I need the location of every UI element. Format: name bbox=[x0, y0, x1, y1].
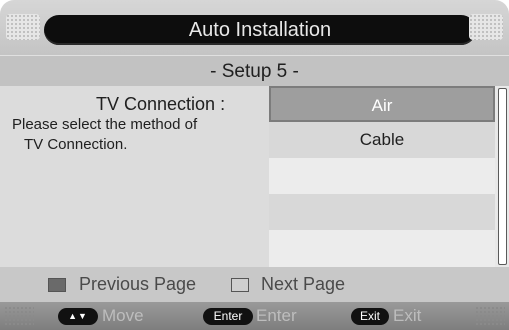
setup-step-header: - Setup 5 - bbox=[0, 55, 509, 87]
title-decoration-left bbox=[6, 14, 40, 40]
enter-hint-label: Enter bbox=[256, 306, 297, 325]
previous-page-color-key-icon bbox=[48, 278, 66, 292]
option-empty-slot bbox=[269, 194, 495, 230]
move-hint-label: Move bbox=[102, 306, 144, 325]
connection-option-list: Air Cable bbox=[269, 86, 495, 267]
option-empty-slot bbox=[269, 230, 495, 267]
tv-connection-label: TV Connection : bbox=[96, 94, 226, 114]
enter-key-icon: Enter bbox=[203, 308, 253, 325]
title-bar: Auto Installation bbox=[0, 0, 509, 55]
next-page-label[interactable]: Next Page bbox=[261, 274, 345, 295]
instruction-text-line-2: TV Connection. bbox=[24, 136, 128, 153]
option-empty-slot bbox=[269, 158, 495, 194]
scrollbar-thumb[interactable] bbox=[498, 88, 507, 265]
option-list-scrollbar[interactable] bbox=[495, 86, 509, 267]
option-cable[interactable]: Cable bbox=[269, 122, 495, 158]
title-decoration-right bbox=[469, 14, 503, 40]
instruction-panel: TV Connection : Please select the method… bbox=[0, 86, 269, 267]
exit-key-icon: Exit bbox=[351, 308, 389, 325]
help-decoration-right bbox=[475, 306, 505, 326]
page-navigation-legend: Previous Page Next Page bbox=[0, 267, 509, 302]
remote-key-help-bar: ▲▼ Move Enter Enter Exit Exit bbox=[0, 302, 509, 330]
exit-hint-label: Exit bbox=[393, 306, 422, 325]
previous-page-label[interactable]: Previous Page bbox=[79, 274, 196, 295]
up-down-arrow-key-icon: ▲▼ bbox=[58, 308, 98, 325]
instruction-text-line-1: Please select the method of bbox=[12, 116, 198, 133]
help-decoration-left bbox=[4, 306, 34, 326]
auto-installation-screen: Auto Installation - Setup 5 - TV Connect… bbox=[0, 0, 509, 330]
page-title: Auto Installation bbox=[188, 19, 332, 41]
content-area: TV Connection : Please select the method… bbox=[0, 86, 509, 267]
next-page-color-key-icon bbox=[231, 278, 249, 292]
option-air[interactable]: Air bbox=[269, 86, 495, 122]
